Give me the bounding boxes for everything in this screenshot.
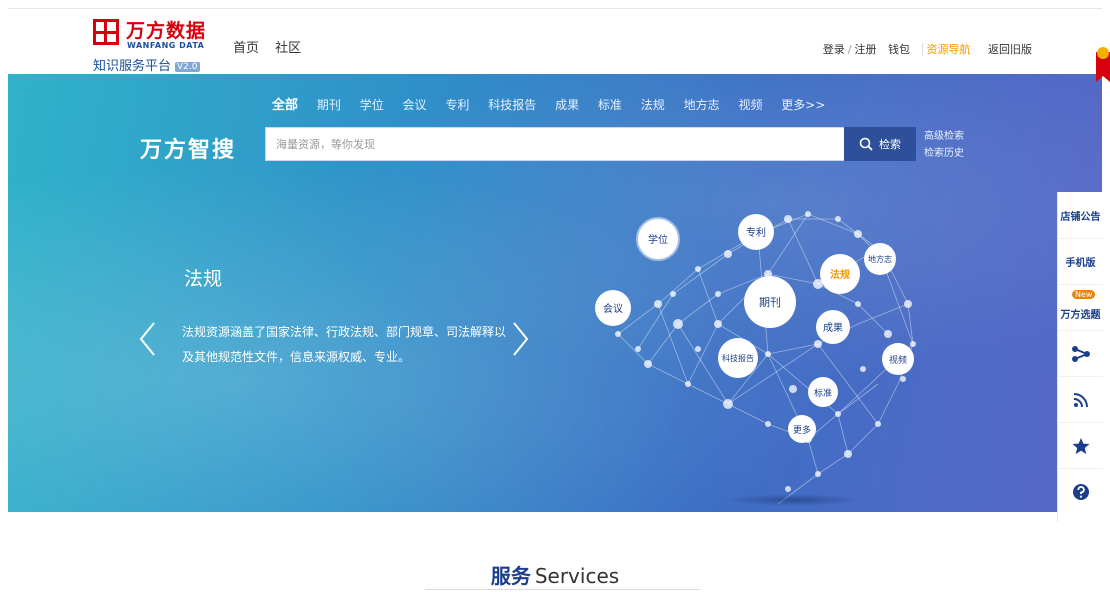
brain-label-chengguo: 成果 xyxy=(823,322,843,334)
slide-description: 法规资源涵盖了国家法律、行政法规、部门规章、司法解释以及其他规范性文件，信息来源… xyxy=(182,325,507,364)
next-slide-arrow-icon[interactable] xyxy=(510,321,530,357)
brain-node-zhuanli[interactable]: 专利 xyxy=(738,214,774,250)
brain-node-qikan[interactable]: 期刊 xyxy=(744,276,796,328)
share-icon xyxy=(1071,345,1090,362)
tab-all[interactable]: 全部 xyxy=(272,98,298,113)
nav-community-link[interactable]: 社区 xyxy=(275,41,301,56)
brain-node-chengguo[interactable]: 成果 xyxy=(816,310,850,344)
brain-label-difangzhi: 地方志 xyxy=(868,254,892,264)
main-nav: 首页 社区 xyxy=(233,37,313,56)
brain-node-fagui[interactable]: 法规 xyxy=(820,254,860,294)
brain-shadow xyxy=(723,494,863,506)
rss-icon xyxy=(1073,392,1088,407)
brain-label-xuewei: 学位 xyxy=(648,233,668,246)
sidebar-item-label: 万方选题 xyxy=(1060,310,1101,321)
tab-patents[interactable]: 专利 xyxy=(445,98,469,112)
page: 万方数据 WANFANG DATA 知识服务平台 V2.0 首页 社区 登录 / 注册… xyxy=(0,0,1110,592)
brain-node-difangzhi[interactable]: 地方志 xyxy=(864,243,896,275)
sidebar-item-store-notice[interactable]: 店铺公告 xyxy=(1058,192,1103,238)
services-divider xyxy=(425,589,700,590)
brain-node-xuewei[interactable]: 学位 xyxy=(636,217,680,261)
sidebar-item-rss[interactable] xyxy=(1058,376,1103,422)
old-version-link[interactable]: 返回旧版 xyxy=(988,43,1032,56)
tab-regulations[interactable]: 法规 xyxy=(641,98,665,112)
logo-mark-icon xyxy=(93,19,119,45)
tab-achievements[interactable]: 成果 xyxy=(555,98,579,112)
brain-node-gengduo[interactable]: 更多 xyxy=(788,415,816,443)
tab-conferences[interactable]: 会议 xyxy=(403,98,427,112)
tab-more[interactable]: 更多>> xyxy=(781,98,825,112)
services-heading: 服务 Services xyxy=(0,560,1110,589)
platform-name: 知识服务平台 V2.0 xyxy=(93,55,200,74)
brain-label-shipin: 视频 xyxy=(889,354,907,366)
search-history-link[interactable]: 检索历史 xyxy=(924,145,964,162)
search-title: 万方智搜 xyxy=(140,138,237,163)
slide-title: 法规 xyxy=(184,268,223,290)
knowledge-brain-graphic: 学位 专利 地方志 法规 会议 期刊 成果 视频 科技报告 标准 更多 xyxy=(595,211,916,504)
brain-node-kejibaogao[interactable]: 科技报告 xyxy=(718,338,758,378)
nav-home-link[interactable]: 首页 xyxy=(233,41,259,56)
brain-label-huiyi: 会议 xyxy=(603,302,623,315)
search-category-tabs: 全部 期刊 学位 会议 专利 科技报告 成果 标准 法规 地方志 视频 更多>> xyxy=(272,94,840,113)
search-input[interactable] xyxy=(266,128,844,160)
services-title-en: Services xyxy=(534,564,620,588)
sidebar-item-label: 手机版 xyxy=(1065,258,1096,269)
tab-videos[interactable]: 视频 xyxy=(738,98,762,112)
advanced-links: 高级检索 检索历史 xyxy=(924,128,964,162)
brain-node-huiyi[interactable]: 会议 xyxy=(595,290,631,326)
sidebar-item-label: 店铺公告 xyxy=(1060,211,1101,223)
tab-journals[interactable]: 期刊 xyxy=(317,98,341,112)
logo-english-text: WANFANG DATA xyxy=(127,41,205,50)
platform-label: 知识服务平台 xyxy=(93,59,172,74)
hero-banner: 全部 期刊 学位 会议 专利 科技报告 成果 标准 法规 地方志 视频 更多>>… xyxy=(8,74,1102,512)
brain-label-fagui: 法规 xyxy=(830,268,850,281)
sidebar-item-favorites[interactable] xyxy=(1058,422,1103,468)
advanced-search-link[interactable]: 高级检索 xyxy=(924,128,964,145)
tab-degrees[interactable]: 学位 xyxy=(360,98,384,112)
top-header: 万方数据 WANFANG DATA 知识服务平台 V2.0 首页 社区 登录 / 注册… xyxy=(8,8,1102,74)
register-link[interactable]: 注册 xyxy=(855,43,877,56)
wanfang-logo[interactable]: 万方数据 WANFANG DATA 知识服务平台 V2.0 xyxy=(93,15,233,74)
version-badge: V2.0 xyxy=(175,61,200,72)
star-icon xyxy=(1072,437,1089,454)
sidebar-item-help[interactable] xyxy=(1058,468,1103,514)
sidebar-item-mobile[interactable]: 手机版 xyxy=(1058,238,1103,284)
search-button[interactable]: 检索 xyxy=(844,127,916,161)
search-box xyxy=(265,127,845,161)
prev-slide-arrow-icon[interactable] xyxy=(138,321,158,357)
help-icon xyxy=(1072,483,1089,500)
brain-label-gengduo: 更多 xyxy=(793,424,811,436)
search-icon xyxy=(859,137,873,151)
login-link[interactable]: 登录 xyxy=(823,43,845,56)
brain-label-kejibaogao: 科技报告 xyxy=(722,353,754,363)
new-badge: New xyxy=(1072,290,1096,299)
services-title-cn: 服务 xyxy=(490,564,531,588)
logo-text: 万方数据 xyxy=(126,20,207,42)
brain-label-qikan: 期刊 xyxy=(759,296,781,309)
sidebar-item-topic-selection[interactable]: New 万方选题 xyxy=(1058,284,1103,330)
brain-node-biaozhun[interactable]: 标准 xyxy=(808,377,838,407)
promo-ribbon-icon[interactable] xyxy=(1092,46,1110,86)
brain-node-shipin[interactable]: 视频 xyxy=(882,343,914,375)
nav-separator: / xyxy=(847,43,852,56)
user-nav: 登录 / 注册 钱包 资源导航 返回旧版 xyxy=(815,41,1032,57)
resource-nav-link[interactable]: 资源导航 xyxy=(921,43,971,56)
wallet-link[interactable]: 钱包 xyxy=(888,43,910,56)
tab-tech-reports[interactable]: 科技报告 xyxy=(488,98,536,112)
brain-label-biaozhun: 标准 xyxy=(814,387,832,399)
brain-label-zhuanli: 专利 xyxy=(746,226,766,239)
tab-local-chronicles[interactable]: 地方志 xyxy=(684,98,720,112)
search-button-label: 检索 xyxy=(879,138,901,151)
tab-standards[interactable]: 标准 xyxy=(598,98,622,112)
right-sidebar: 店铺公告 手机版 New 万方选题 xyxy=(1057,192,1103,522)
sidebar-item-share[interactable] xyxy=(1058,330,1103,376)
